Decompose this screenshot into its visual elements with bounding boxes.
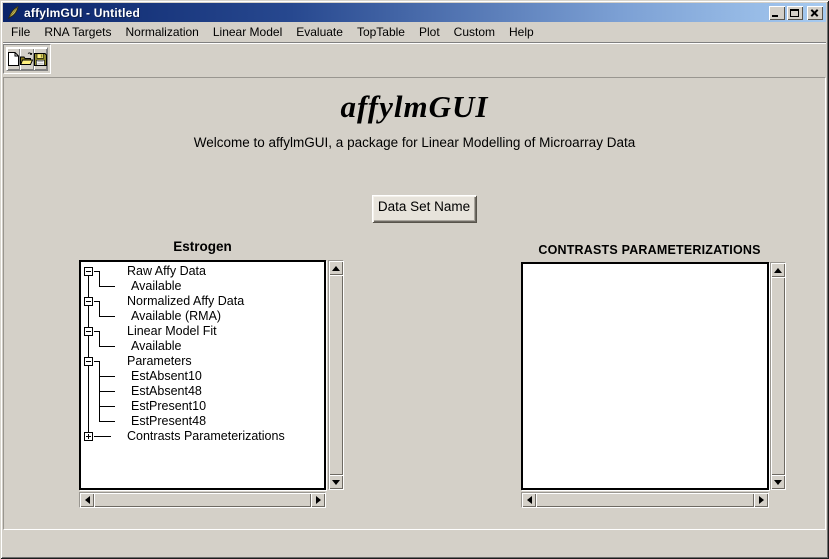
tree-row[interactable]: Available [81, 339, 324, 354]
dataset-tree: Raw Affy Data Available Normalized Affy … [79, 260, 326, 490]
right-panel-title: CONTRASTS PARAMETERIZATIONS [521, 243, 778, 257]
tree-row[interactable]: EstPresent48 [81, 414, 324, 429]
tree-item-label[interactable]: EstPresent48 [131, 414, 206, 429]
tree-item-label[interactable]: EstAbsent48 [131, 384, 202, 399]
scrollbar-thumb[interactable] [771, 277, 785, 475]
tree-row[interactable]: Parameters [81, 354, 324, 369]
scroll-down-button[interactable] [329, 475, 343, 489]
collapse-toggle-icon[interactable] [84, 357, 93, 366]
menu-file[interactable]: File [4, 23, 37, 41]
new-file-icon [8, 52, 19, 66]
tree-row[interactable]: Contrasts Parameterizations [81, 429, 324, 444]
tree-item-label[interactable]: Linear Model Fit [127, 324, 217, 339]
menu-evaluate[interactable]: Evaluate [289, 23, 350, 41]
app-title: affylmGUI [0, 89, 829, 125]
save-file-icon [34, 53, 47, 66]
arrow-up-icon [332, 266, 340, 271]
scroll-down-button[interactable] [771, 475, 785, 489]
scroll-up-button[interactable] [771, 263, 785, 277]
tree-row[interactable]: Linear Model Fit [81, 324, 324, 339]
menu-linear-model[interactable]: Linear Model [206, 23, 289, 41]
open-file-icon [20, 52, 33, 66]
tree-item-label[interactable]: Available [131, 339, 182, 354]
toolbar [3, 44, 51, 74]
collapse-toggle-icon[interactable] [84, 297, 93, 306]
tree-row[interactable]: Available (RMA) [81, 309, 324, 324]
menu-custom[interactable]: Custom [447, 23, 502, 41]
tree-item-label[interactable]: Contrasts Parameterizations [127, 429, 285, 444]
menu-help[interactable]: Help [502, 23, 541, 41]
menu-toptable[interactable]: TopTable [350, 23, 412, 41]
maximize-icon [790, 9, 799, 17]
contrasts-horizontal-scrollbar[interactable] [521, 492, 769, 508]
tk-feather-icon [6, 5, 21, 20]
tree-item-label[interactable]: Available [131, 279, 182, 294]
tree-item-label[interactable]: EstAbsent10 [131, 369, 202, 384]
tree-item-label[interactable]: Parameters [127, 354, 192, 369]
tree-view: Raw Affy Data Available Normalized Affy … [81, 262, 324, 444]
close-button[interactable] [807, 6, 823, 20]
save-file-button[interactable] [34, 48, 47, 70]
collapse-toggle-icon[interactable] [84, 327, 93, 336]
scrollbar-thumb[interactable] [329, 275, 343, 475]
minimize-button[interactable] [769, 6, 785, 20]
menu-bar: File RNA Targets Normalization Linear Mo… [3, 22, 826, 41]
tree-row[interactable]: Raw Affy Data [81, 264, 324, 279]
contrasts-listbox[interactable] [521, 262, 769, 490]
tree-row[interactable]: EstPresent10 [81, 399, 324, 414]
arrow-left-icon [527, 496, 532, 504]
tree-vertical-scrollbar[interactable] [328, 260, 344, 490]
tree-row[interactable]: Normalized Affy Data [81, 294, 324, 309]
scrollbar-thumb[interactable] [536, 493, 754, 507]
scroll-left-button[interactable] [80, 493, 94, 507]
tree-row[interactable]: Available [81, 279, 324, 294]
title-bar[interactable]: affylmGUI - Untitled [3, 3, 826, 22]
arrow-right-icon [759, 496, 764, 504]
data-set-name-button[interactable]: Data Set Name [372, 195, 476, 222]
tree-item-label[interactable]: Available (RMA) [131, 309, 221, 324]
open-file-button[interactable] [20, 48, 33, 70]
scroll-up-button[interactable] [329, 261, 343, 275]
maximize-button[interactable] [787, 6, 803, 20]
tree-item-label[interactable]: Raw Affy Data [127, 264, 206, 279]
scroll-left-button[interactable] [522, 493, 536, 507]
menu-normalization[interactable]: Normalization [119, 23, 206, 41]
toolbar-separator [3, 42, 826, 44]
menu-rna-targets[interactable]: RNA Targets [37, 23, 118, 41]
scroll-right-button[interactable] [754, 493, 768, 507]
new-file-button[interactable] [7, 48, 20, 70]
window-title: affylmGUI - Untitled [24, 6, 769, 20]
tree-row[interactable]: EstAbsent48 [81, 384, 324, 399]
welcome-text: Welcome to affylmGUI, a package for Line… [0, 135, 829, 150]
arrow-up-icon [774, 268, 782, 273]
contrasts-vertical-scrollbar[interactable] [770, 262, 786, 490]
collapse-toggle-icon[interactable] [84, 267, 93, 276]
menu-plot[interactable]: Plot [412, 23, 447, 41]
window-bottom-frame [3, 531, 826, 556]
left-panel-title: Estrogen [79, 239, 326, 254]
tree-horizontal-scrollbar[interactable] [79, 492, 326, 508]
tree-item-label[interactable]: EstPresent10 [131, 399, 206, 414]
expand-toggle-icon[interactable] [84, 432, 93, 441]
arrow-left-icon [85, 496, 90, 504]
tree-item-label[interactable]: Normalized Affy Data [127, 294, 244, 309]
app-window: affylmGUI - Untitled File RNA Targets No… [0, 0, 829, 559]
scrollbar-thumb[interactable] [94, 493, 311, 507]
arrow-right-icon [316, 496, 321, 504]
minimize-icon [772, 15, 778, 17]
arrow-down-icon [774, 480, 782, 485]
scroll-right-button[interactable] [311, 493, 325, 507]
arrow-down-icon [332, 480, 340, 485]
tree-row[interactable]: EstAbsent10 [81, 369, 324, 384]
